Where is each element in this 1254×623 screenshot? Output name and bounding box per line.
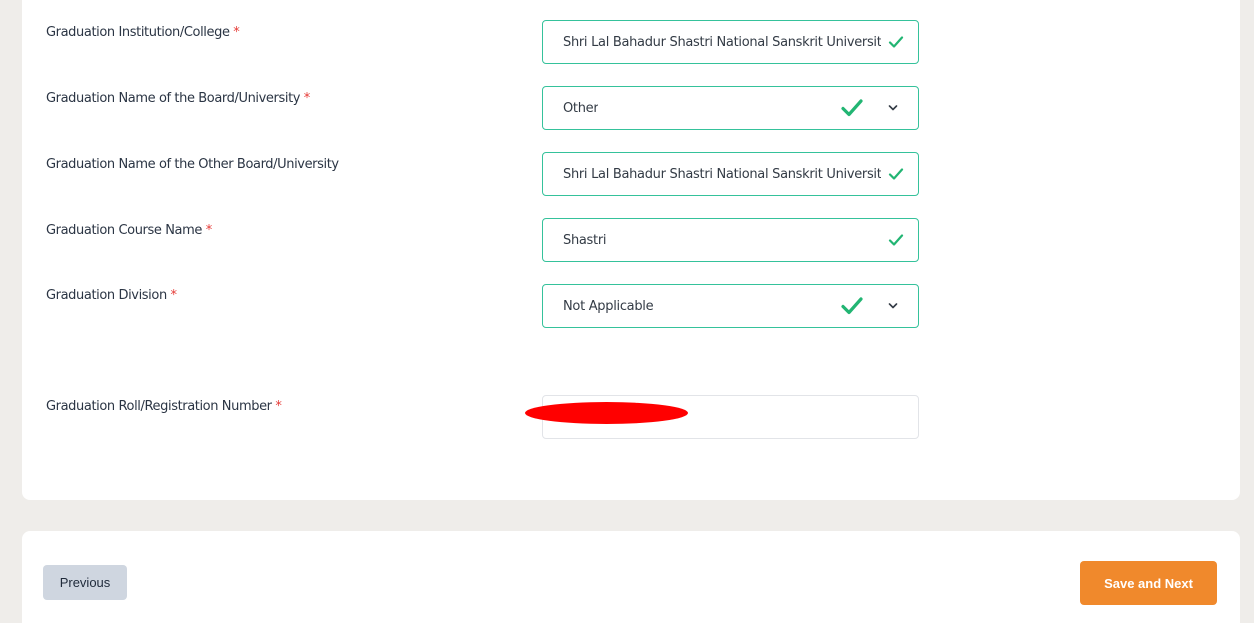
required-marker: * [275, 399, 282, 414]
board-university-select[interactable]: Other [542, 86, 919, 130]
board-university-label: Graduation Name of the Board/University … [46, 91, 310, 106]
institution-label-text: Graduation Institution/College [46, 25, 230, 40]
division-label: Graduation Division * [46, 288, 177, 303]
save-and-next-button[interactable]: Save and Next [1080, 561, 1217, 605]
course-name-label: Graduation Course Name * [46, 223, 212, 238]
other-board-input[interactable]: Shri Lal Bahadur Shastri National Sanskr… [542, 152, 919, 196]
division-select[interactable]: Not Applicable [542, 284, 919, 328]
course-name-value: Shastri [563, 232, 607, 248]
redaction-mark [525, 402, 688, 424]
division-value: Not Applicable [563, 298, 654, 314]
check-icon [841, 99, 863, 117]
other-board-label-text: Graduation Name of the Other Board/Unive… [46, 157, 339, 172]
other-board-label: Graduation Name of the Other Board/Unive… [46, 157, 339, 172]
course-name-input[interactable]: Shastri [542, 218, 919, 262]
roll-number-label-text: Graduation Roll/Registration Number [46, 399, 272, 414]
course-name-label-text: Graduation Course Name [46, 223, 202, 238]
check-icon [888, 36, 904, 48]
roll-number-label: Graduation Roll/Registration Number * [46, 399, 282, 414]
institution-input[interactable]: Shri Lal Bahadur Shastri National Sanskr… [542, 20, 919, 64]
division-label-text: Graduation Division [46, 288, 167, 303]
institution-label: Graduation Institution/College * [46, 25, 240, 40]
institution-value: Shri Lal Bahadur Shastri National Sanskr… [563, 34, 881, 50]
board-university-value: Other [563, 100, 599, 116]
previous-button[interactable]: Previous [43, 565, 127, 600]
check-icon [888, 234, 904, 246]
required-marker: * [205, 223, 213, 238]
chevron-down-icon[interactable] [888, 302, 898, 310]
required-marker: * [233, 25, 240, 40]
board-university-label-text: Graduation Name of the Board/University [46, 91, 301, 106]
form-footer: Previous Save and Next [22, 531, 1240, 623]
chevron-down-icon[interactable] [888, 104, 898, 112]
other-board-value: Shri Lal Bahadur Shastri National Sanskr… [563, 166, 881, 182]
check-icon [841, 297, 863, 315]
required-marker: * [170, 288, 178, 303]
required-marker: * [303, 91, 311, 106]
check-icon [888, 168, 904, 180]
education-form-card: Graduation Institution/College * Shri La… [22, 0, 1240, 500]
